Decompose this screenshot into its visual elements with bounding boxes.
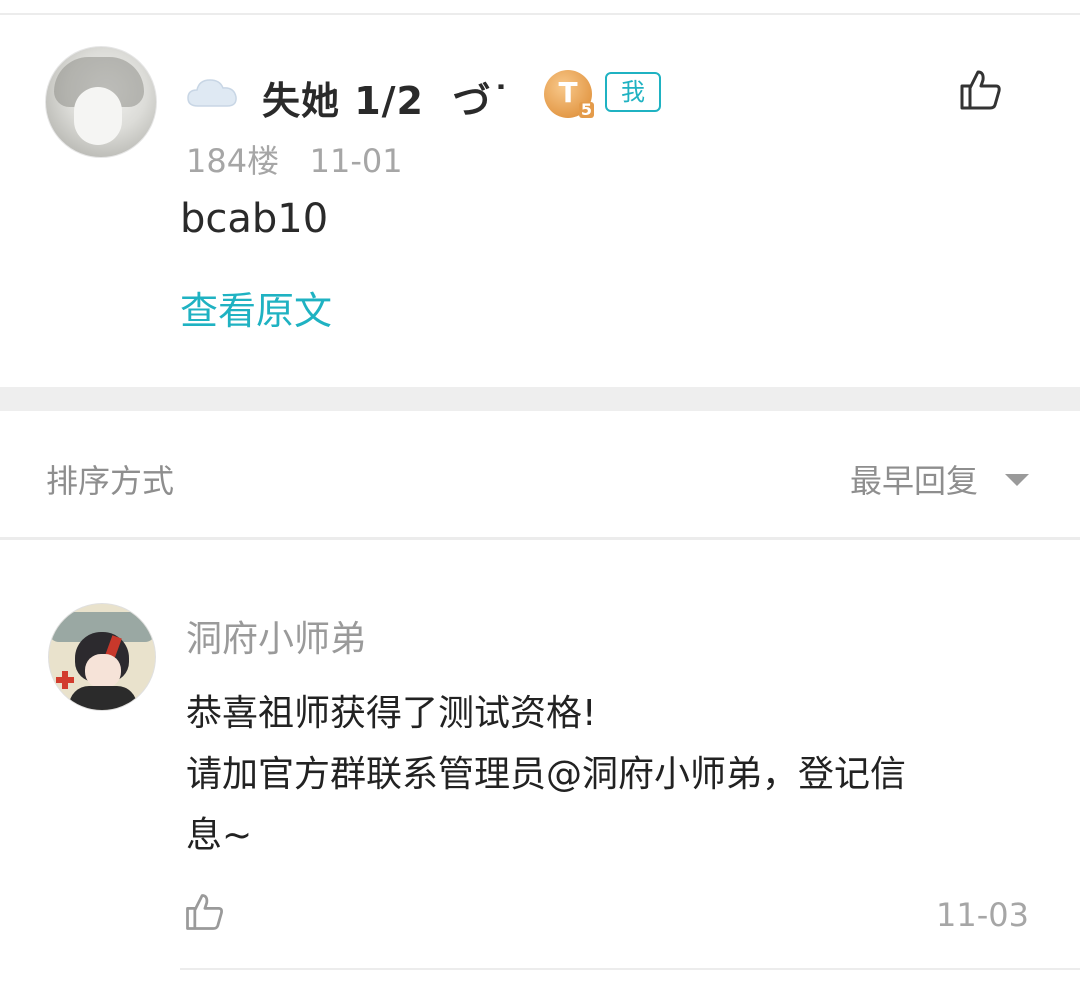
level-badge-letter: T — [558, 76, 578, 109]
post-meta: 184楼 11-01 — [186, 142, 403, 180]
reply-divider — [180, 968, 1080, 970]
reply-author-avatar[interactable] — [48, 603, 156, 711]
view-original-link[interactable]: 查看原文 — [180, 280, 332, 335]
post-author-name[interactable]: 失她 1/2 づ˙ — [262, 70, 511, 125]
reply-author-name[interactable]: 洞府小师弟 — [186, 610, 366, 662]
reply-content-line-2: 请加官方群联系管理员@洞府小师弟，登记信 — [186, 754, 907, 795]
avatar-face — [74, 87, 122, 145]
cross-icon — [56, 671, 74, 689]
sort-dropdown[interactable]: 最早回复 — [850, 456, 978, 502]
sort-label: 排序方式 — [46, 462, 175, 500]
chevron-down-icon[interactable] — [1004, 472, 1030, 488]
section-separator — [0, 387, 1080, 411]
avatar-body — [69, 686, 137, 710]
level-badge: T 5 — [544, 70, 594, 119]
cloud-icon — [187, 79, 237, 107]
post-card — [0, 15, 1080, 387]
reply-content-line-3: 息~ — [186, 815, 253, 856]
thumbs-up-icon[interactable] — [956, 66, 1004, 114]
post-content: bcab10 — [180, 196, 329, 242]
me-tag: 我 — [605, 72, 661, 112]
reply-date: 11-03 — [936, 896, 1029, 934]
avatar-face — [85, 654, 121, 688]
post-author-avatar[interactable] — [45, 46, 157, 158]
sort-divider — [0, 537, 1080, 540]
level-badge-number: 5 — [578, 100, 594, 119]
reply-content-line-1: 恭喜祖师获得了测试资格! — [186, 693, 597, 734]
thumbs-up-icon[interactable] — [182, 890, 226, 934]
